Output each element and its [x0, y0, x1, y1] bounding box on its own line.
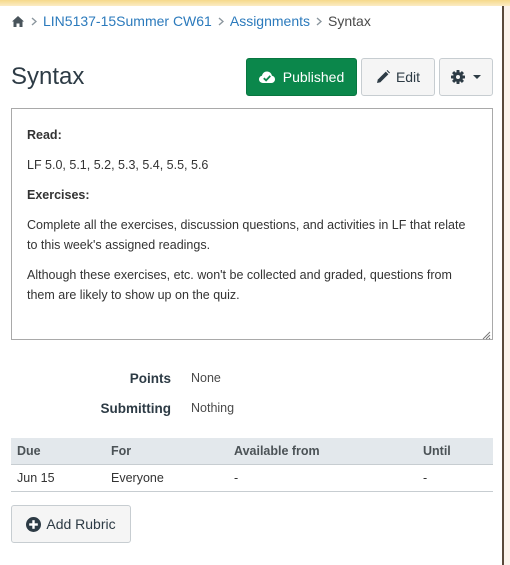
chevron-right-icon [218, 16, 224, 26]
breadcrumb: LIN5137-15Summer CW61 Assignments Syntax [11, 11, 371, 31]
detail-row-submitting: Submitting Nothing [0, 393, 500, 423]
home-icon[interactable] [11, 14, 25, 28]
exercises-heading: Exercises: [27, 188, 90, 202]
detail-row-points: Points None [0, 363, 500, 393]
add-rubric-button[interactable]: Add Rubric [11, 505, 131, 543]
plus-circle-icon [26, 516, 42, 532]
cloud-check-icon [258, 71, 275, 84]
points-value: None [191, 371, 221, 385]
edit-label: Edit [395, 69, 421, 85]
column-header-until: Until [417, 438, 493, 465]
edit-button[interactable]: Edit [361, 58, 435, 96]
add-rubric-label: Add Rubric [46, 516, 116, 532]
assignment-description: Read: LF 5.0, 5.1, 5.2, 5.3, 5.4, 5.5, 5… [11, 108, 493, 340]
due-dates-table: Due For Available from Until Jun 15 Ever… [11, 438, 493, 492]
published-button[interactable]: Published [246, 58, 357, 96]
available-from-cell: - [228, 464, 417, 492]
until-cell: - [417, 464, 493, 492]
read-heading: Read: [27, 128, 62, 142]
table-row: Jun 15 Everyone - - [11, 464, 493, 492]
resize-handle-icon[interactable] [482, 329, 491, 340]
submitting-value: Nothing [191, 401, 235, 415]
published-label: Published [282, 69, 345, 85]
read-text: LF 5.0, 5.1, 5.2, 5.3, 5.4, 5.5, 5.6 [27, 158, 209, 172]
window-top-strip [0, 0, 510, 6]
submitting-label: Submitting [100, 400, 172, 416]
exercises-paragraph-1: Complete all the exercises, discussion q… [27, 218, 466, 252]
for-cell: Everyone [105, 464, 228, 492]
gear-icon [451, 70, 465, 84]
caret-down-icon [473, 75, 481, 79]
breadcrumb-current: Syntax [328, 13, 371, 29]
settings-menu-button[interactable] [439, 58, 493, 96]
exercises-paragraph-2: Although these exercises, etc. won't be … [27, 268, 452, 302]
pencil-icon [376, 70, 390, 84]
breadcrumb-course[interactable]: LIN5137-15Summer CW61 [43, 13, 212, 29]
due-date-cell: Jun 15 [11, 464, 105, 492]
points-label: Points [129, 370, 171, 386]
column-header-due: Due [11, 438, 105, 465]
assignment-details: Points None Submitting Nothing [0, 363, 500, 423]
chevron-right-icon [31, 16, 37, 26]
breadcrumb-assignments[interactable]: Assignments [230, 13, 310, 29]
window-right-gutter [504, 6, 510, 565]
column-header-available-from: Available from [228, 438, 417, 465]
page-title: Syntax [11, 63, 85, 90]
column-header-for: For [105, 438, 228, 465]
chevron-right-icon [316, 16, 323, 26]
table-header-row: Due For Available from Until [11, 438, 493, 465]
